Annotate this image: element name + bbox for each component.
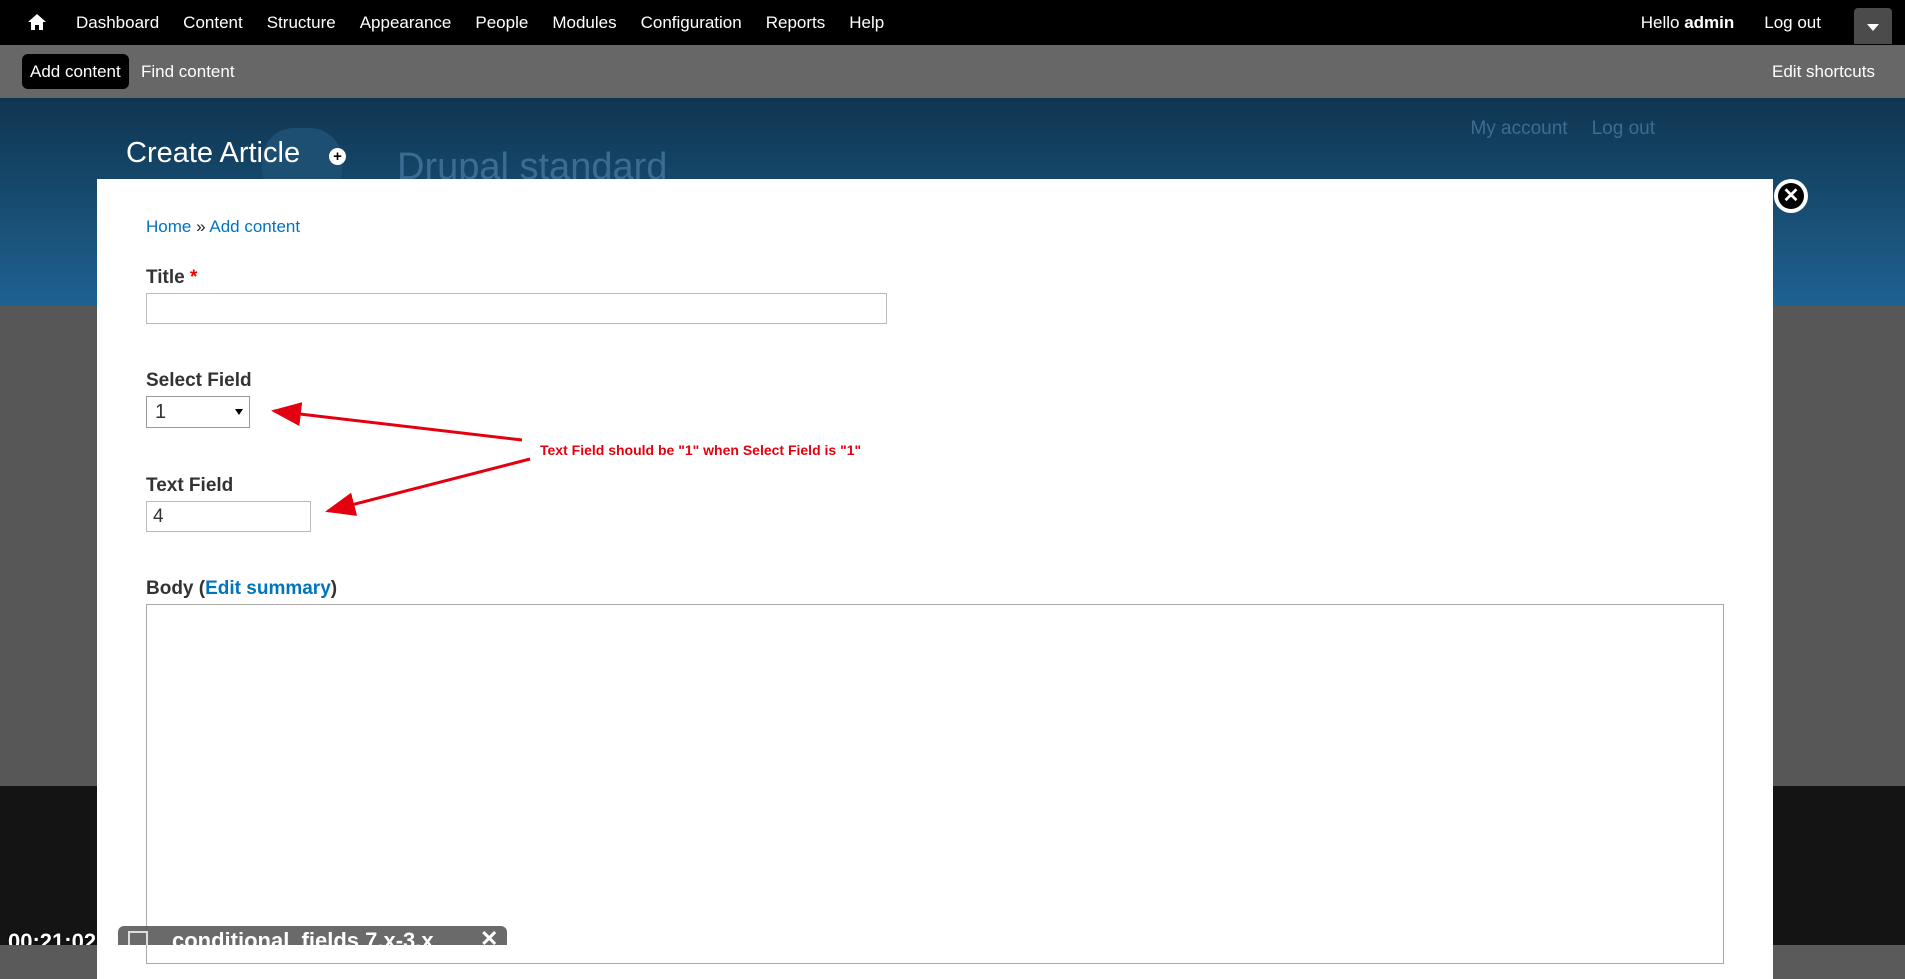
menu-content[interactable]: Content xyxy=(177,13,249,33)
admin-menu: Dashboard Content Structure Appearance P… xyxy=(64,0,896,45)
shortcut-find-content[interactable]: Find content xyxy=(141,45,235,98)
breadcrumb-separator: » xyxy=(196,217,206,236)
my-account-link: My account xyxy=(1470,118,1568,139)
edit-summary-link[interactable]: Edit summary xyxy=(205,578,331,599)
menu-configuration[interactable]: Configuration xyxy=(635,13,748,33)
body-textarea[interactable] xyxy=(146,604,1724,964)
menu-dashboard[interactable]: Dashboard xyxy=(70,13,165,33)
add-shortcut-icon[interactable]: + xyxy=(329,148,346,165)
menu-reports[interactable]: Reports xyxy=(760,13,832,33)
breadcrumb-home[interactable]: Home xyxy=(146,217,191,236)
body-label-suffix: ) xyxy=(330,578,338,599)
select-field-value: 1 xyxy=(155,401,167,423)
site-logout-link: Log out xyxy=(1591,118,1655,139)
body-label: Body (Edit summary) xyxy=(146,578,337,600)
shortcut-add-content[interactable]: Add content xyxy=(22,54,129,89)
home-icon[interactable] xyxy=(27,12,47,32)
edit-shortcuts-link[interactable]: Edit shortcuts xyxy=(1772,45,1875,98)
shortcuts-bar: Add content Find content Edit shortcuts xyxy=(0,45,1905,98)
username: admin xyxy=(1684,12,1735,32)
select-field-dropdown[interactable]: 1 xyxy=(146,396,250,428)
menu-people[interactable]: People xyxy=(469,13,534,33)
title-label-text: Title xyxy=(146,267,185,288)
menu-structure[interactable]: Structure xyxy=(261,13,342,33)
recorder-close-icon[interactable]: ✕ xyxy=(480,926,498,945)
shortcuts-toggle-icon[interactable] xyxy=(1854,8,1892,44)
recorder-bar: 00:21:02 conditional_fields 7.x-3.x ✕ xyxy=(0,926,507,945)
hello-user[interactable]: Hello admin xyxy=(1641,13,1735,33)
title-input[interactable] xyxy=(146,293,887,324)
overlay-close-button[interactable]: ✕ xyxy=(1774,179,1808,213)
logout-link[interactable]: Log out xyxy=(1764,13,1821,33)
close-icon: ✕ xyxy=(1778,183,1804,209)
recording-time: 00:21:02 xyxy=(8,929,97,945)
overlay-title: Create Article xyxy=(126,137,301,169)
dropdown-arrow-icon xyxy=(235,409,243,415)
text-field-label: Text Field xyxy=(146,475,234,496)
breadcrumb-add-content[interactable]: Add content xyxy=(209,217,300,236)
menu-appearance[interactable]: Appearance xyxy=(354,13,458,33)
annotation-note: Text Field should be "1" when Select Fie… xyxy=(540,442,862,458)
title-label: Title * xyxy=(146,267,197,289)
menu-modules[interactable]: Modules xyxy=(546,13,622,33)
recorder-pill: conditional_fields 7.x-3.x ✕ xyxy=(118,926,507,945)
qr-code-icon xyxy=(128,931,148,945)
text-field-input[interactable] xyxy=(146,501,311,532)
body-label-prefix: Body ( xyxy=(146,578,206,599)
admin-toolbar: Dashboard Content Structure Appearance P… xyxy=(0,0,1905,45)
menu-help[interactable]: Help xyxy=(843,13,890,33)
required-marker: * xyxy=(190,267,198,288)
breadcrumb: Home » Add content xyxy=(146,217,300,237)
select-field-label: Select Field xyxy=(146,370,252,391)
recording-name: conditional_fields 7.x-3.x xyxy=(172,928,434,945)
secondary-nav: My account Log out xyxy=(1446,118,1655,140)
user-menu: Hello admin Log out xyxy=(1611,0,1821,45)
hello-text: Hello xyxy=(1640,12,1680,32)
